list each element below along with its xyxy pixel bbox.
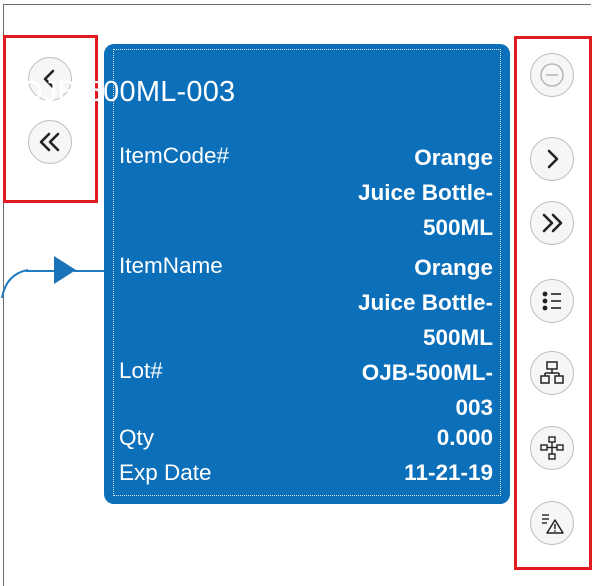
hierarchy-icon xyxy=(540,361,564,384)
connector-arrow xyxy=(54,256,76,284)
minus-circle-icon xyxy=(540,63,564,87)
exceptions-button[interactable] xyxy=(530,501,574,545)
network-icon xyxy=(540,436,564,460)
connector-line xyxy=(26,270,54,272)
first-button[interactable] xyxy=(28,120,72,164)
field-label-qty: Qty xyxy=(119,425,155,450)
hierarchy-view-button[interactable] xyxy=(530,351,574,395)
field-label-exp-date: Exp Date xyxy=(119,460,212,485)
chevron-right-icon xyxy=(547,149,559,169)
connector-line-tail xyxy=(74,270,106,272)
warning-list-icon xyxy=(542,514,564,534)
field-value-itemname: Orange Juice Bottle- 500ML xyxy=(357,255,493,350)
next-button[interactable] xyxy=(530,137,574,181)
field-value-lot: OJB-500ML- 003 xyxy=(361,360,493,420)
list-icon xyxy=(542,291,561,311)
double-chevron-right-icon xyxy=(542,213,563,233)
field-label-lot: Lot# xyxy=(119,358,163,383)
details-list-button[interactable] xyxy=(530,279,574,323)
double-chevron-left-icon xyxy=(39,132,60,152)
network-view-button[interactable] xyxy=(530,426,574,470)
field-value-qty: 0.000 xyxy=(436,425,493,450)
field-value-itemcode: Orange Juice Bottle- 500ML xyxy=(357,145,493,240)
field-label-itemcode: ItemCode# xyxy=(119,143,230,168)
last-button[interactable] xyxy=(530,201,574,245)
field-value-exp-date: 11-21-19 xyxy=(404,460,493,485)
field-label-itemname: ItemName xyxy=(119,253,223,278)
collapse-button[interactable] xyxy=(530,53,574,97)
card-title: OJB-500ML-003 xyxy=(20,76,236,108)
